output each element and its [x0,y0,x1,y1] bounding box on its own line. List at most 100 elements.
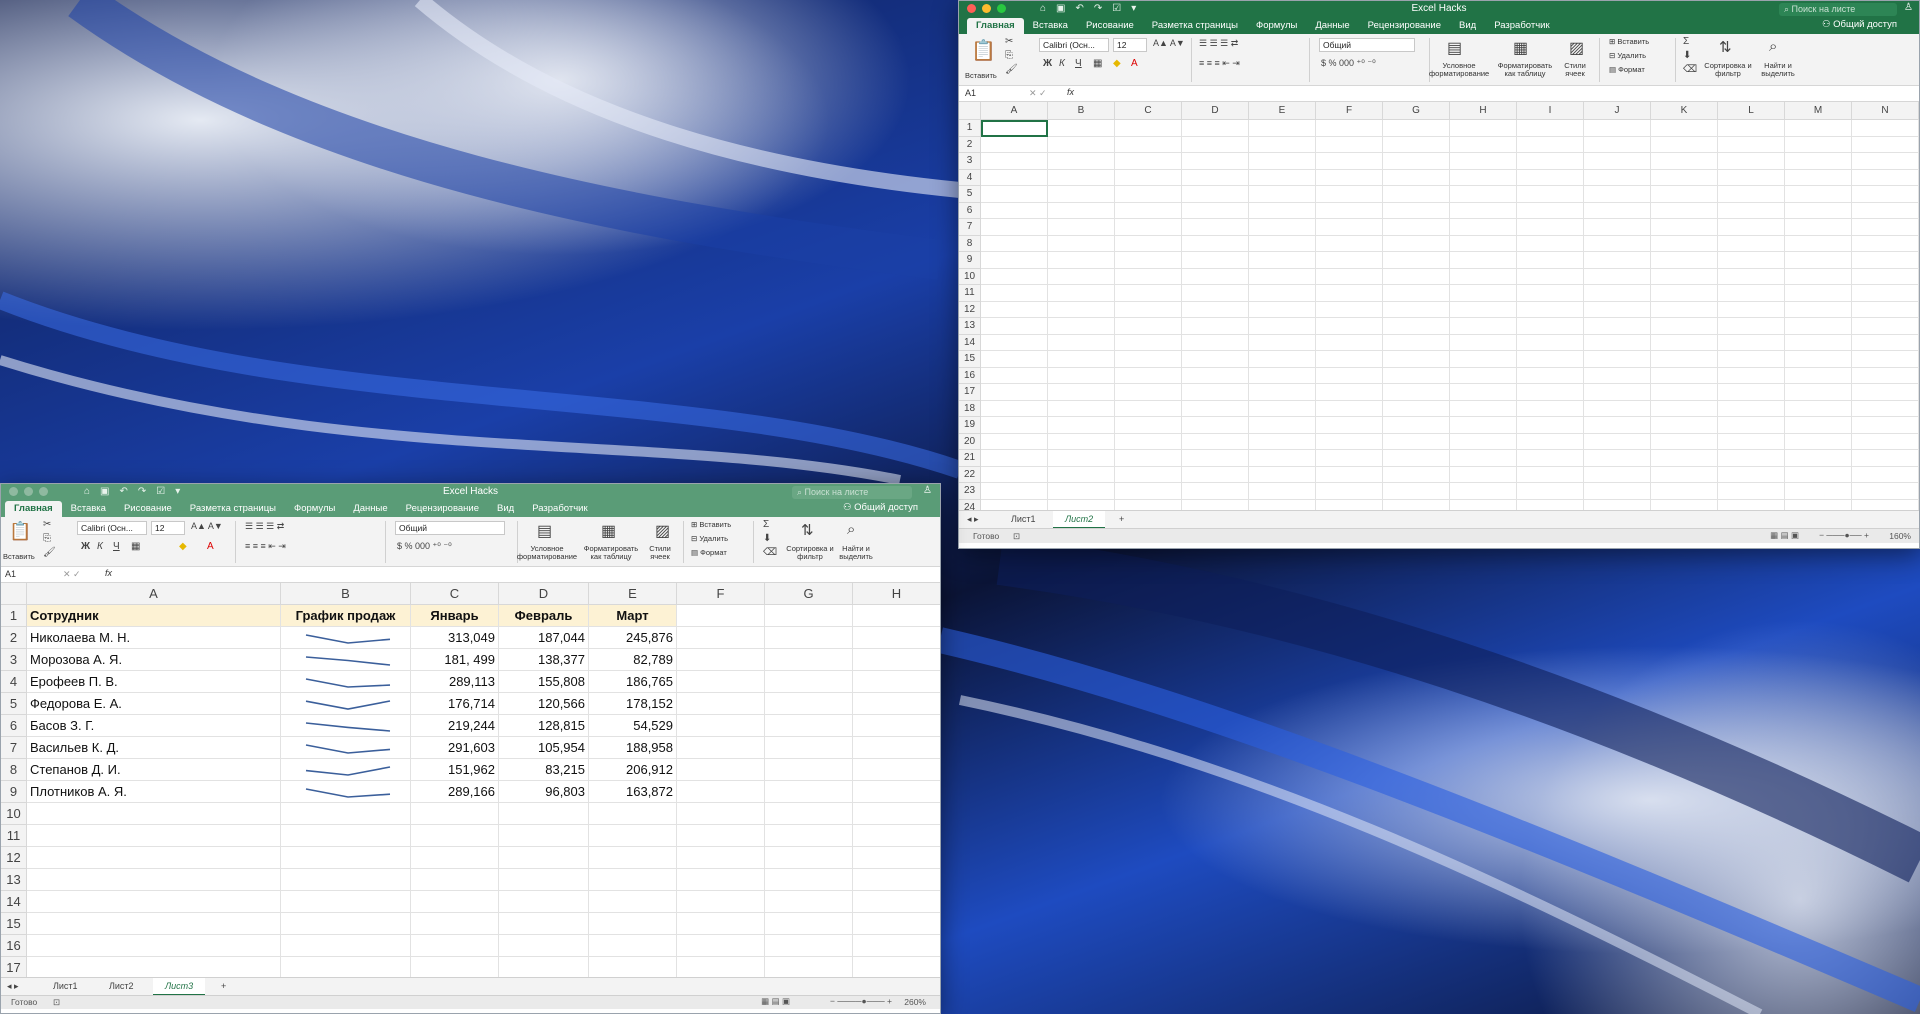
row-header[interactable]: 2 [1,627,27,649]
cell[interactable] [853,847,940,869]
borders-icon[interactable]: ▦ [1093,58,1102,69]
cell[interactable] [1316,153,1383,170]
cell[interactable] [1584,219,1651,236]
cell[interactable] [1450,219,1517,236]
row-header[interactable]: 22 [959,466,981,483]
cell[interactable] [853,935,940,957]
zoom-slider[interactable]: − ────●─── + [830,996,892,1006]
column-header[interactable]: K [1651,102,1718,120]
cell[interactable] [1249,202,1316,219]
cell[interactable] [1115,202,1182,219]
cell[interactable] [411,869,499,891]
conditional-format-icon[interactable]: ▤ [1447,38,1462,58]
cell[interactable] [1651,450,1718,467]
cell[interactable] [1182,235,1249,252]
cell-styles-icon[interactable]: ▨ [1569,38,1584,58]
italic-button[interactable]: К [1059,58,1065,69]
january-cell[interactable]: 219,244 [411,715,499,737]
cell[interactable] [589,847,677,869]
cell[interactable] [677,847,765,869]
cell[interactable] [27,825,281,847]
cell[interactable] [765,891,853,913]
cell[interactable] [765,649,853,671]
cell[interactable] [1249,400,1316,417]
cell[interactable] [499,891,589,913]
cell[interactable] [1450,235,1517,252]
cell[interactable] [1852,153,1919,170]
cell[interactable] [677,605,765,627]
cell[interactable] [1584,285,1651,302]
cell[interactable] [1517,483,1584,500]
find-select-button[interactable]: Найти и выделить [833,544,879,562]
cell[interactable] [1115,235,1182,252]
row-header[interactable]: 5 [1,693,27,715]
cell[interactable] [1785,120,1852,137]
row-header[interactable]: 16 [1,935,27,957]
cell[interactable] [981,433,1048,450]
cell[interactable] [1785,367,1852,384]
cell[interactable] [981,285,1048,302]
cut-icon[interactable]: ✂ [43,519,51,530]
cell[interactable] [1249,334,1316,351]
ribbon-tab[interactable]: Рисование [1077,18,1143,34]
cell[interactable] [1383,136,1450,153]
zoom-button[interactable] [997,4,1006,13]
cell[interactable] [1584,483,1651,500]
cell[interactable] [1383,285,1450,302]
save-icon[interactable]: ▣ [1056,3,1065,14]
share-button[interactable]: ⚇ Общий доступ [1822,19,1897,30]
cell[interactable] [1852,466,1919,483]
cell[interactable] [1115,384,1182,401]
cell[interactable] [1718,450,1785,467]
column-header[interactable]: A [981,102,1048,120]
cell[interactable] [1584,186,1651,203]
row-header[interactable]: 14 [1,891,27,913]
cell[interactable] [1517,252,1584,269]
ribbon-tab[interactable]: Рецензирование [397,501,488,517]
sort-filter-icon[interactable]: ⇅ [801,521,814,539]
cell[interactable] [1048,235,1115,252]
cell[interactable] [1718,219,1785,236]
row-header[interactable]: 6 [959,202,981,219]
cell[interactable] [853,913,940,935]
row-header[interactable]: 1 [1,605,27,627]
cell[interactable] [1785,450,1852,467]
cell[interactable] [1182,219,1249,236]
cell[interactable] [1383,268,1450,285]
column-header[interactable]: F [1316,102,1383,120]
february-cell[interactable]: 187,044 [499,627,589,649]
cell[interactable] [1383,202,1450,219]
cell[interactable] [1517,268,1584,285]
cell[interactable] [1249,268,1316,285]
cell[interactable] [765,913,853,935]
row-header[interactable]: 4 [1,671,27,693]
number-format-select[interactable]: Общий [395,521,505,535]
cell[interactable] [1852,367,1919,384]
cell[interactable] [677,671,765,693]
cell[interactable] [1651,219,1718,236]
cell[interactable] [981,120,1048,137]
fill-icon[interactable]: ⬇ [1683,50,1691,61]
cell[interactable] [1249,186,1316,203]
cell[interactable] [1852,334,1919,351]
cell[interactable] [1584,153,1651,170]
cell[interactable] [1316,120,1383,137]
employee-name-cell[interactable]: Степанов Д. И. [27,759,281,781]
cell[interactable] [1115,153,1182,170]
cell[interactable] [1115,351,1182,368]
january-cell[interactable]: 313,049 [411,627,499,649]
column-header[interactable]: H [1450,102,1517,120]
march-cell[interactable]: 178,152 [589,693,677,715]
cell[interactable] [1785,153,1852,170]
cell[interactable] [1517,136,1584,153]
row-header[interactable]: 7 [1,737,27,759]
cell[interactable] [1450,384,1517,401]
row-header[interactable]: 20 [959,433,981,450]
cell-styles-icon[interactable]: ▨ [655,521,670,541]
format-table-icon[interactable]: ▦ [1513,38,1528,58]
cell[interactable] [1785,334,1852,351]
ribbon-tab[interactable]: Рецензирование [1359,18,1450,34]
sort-filter-button[interactable]: Сортировка и фильтр [785,544,835,562]
cell[interactable] [1584,136,1651,153]
format-painter-icon[interactable]: 🖌 [43,547,56,558]
